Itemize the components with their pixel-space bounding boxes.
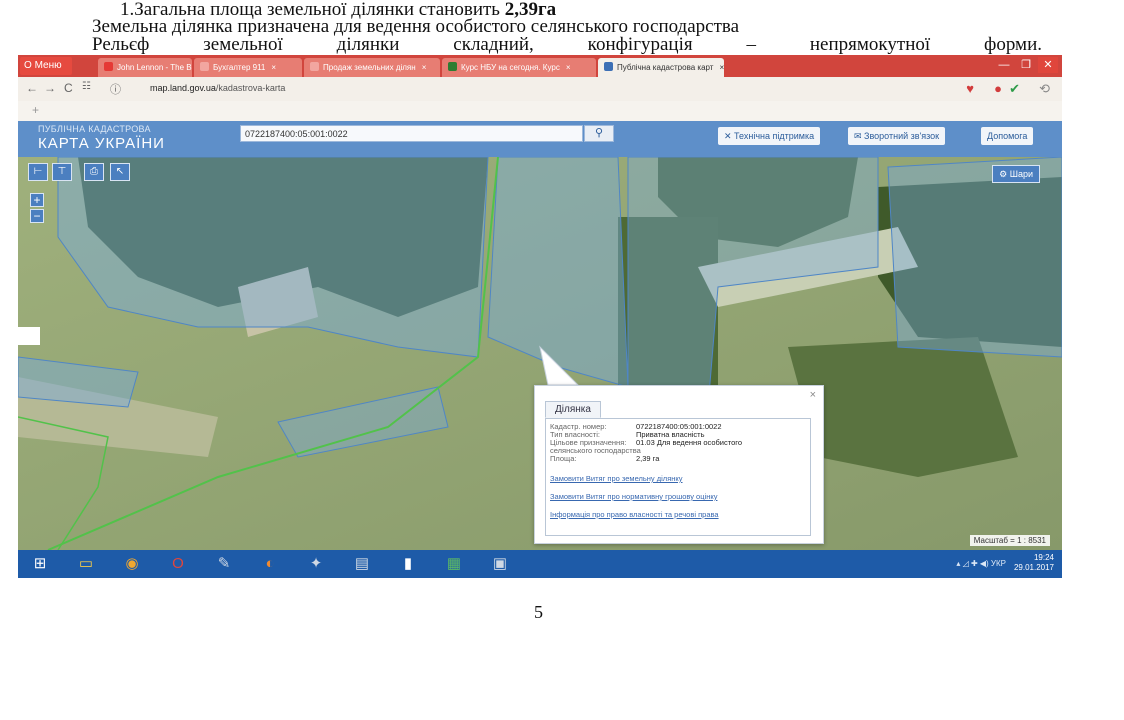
parcel-popup: × Ділянка Кадастр. номер: 0722187400:05:0… — [534, 385, 824, 544]
relief-word: форми. — [984, 34, 1042, 55]
search-icon: ⚲ — [594, 127, 604, 139]
close-icon[interactable]: × — [810, 389, 816, 401]
bookmarks-bar: + — [18, 101, 1062, 121]
minimize-icon[interactable]: — — [994, 57, 1014, 73]
opera-menu-button[interactable]: O Меню — [20, 57, 72, 75]
speed-dial-icon[interactable]: ☷ — [82, 81, 91, 92]
relief-word: складний, — [453, 34, 534, 55]
search-button[interactable]: ⚲ — [584, 125, 614, 142]
system-tray: ▴ ◿ ✚ ◀) УКР — [956, 559, 1006, 568]
back-icon[interactable]: ← — [26, 81, 38, 95]
windows-start-icon[interactable]: ⊞ — [30, 555, 50, 573]
browser-tab[interactable]: Продаж земельних ділян × — [304, 58, 440, 77]
clock[interactable]: 19:24 29.01.2017 — [1014, 553, 1054, 573]
gear-icon: ⚙ — [999, 169, 1010, 179]
map-scale: Масштаб = 1 : 8531 — [969, 535, 1050, 546]
tab-label: Продаж земельних ділян — [323, 63, 416, 72]
favicon-icon — [200, 62, 209, 71]
popup-link[interactable]: Замовити Витяг про нормативну грошову оц… — [550, 493, 717, 501]
site-header: ПУБЛІЧНА КАДАСТРОВА КАРТА УКРАЇНИ ⚲ ✕ Те… — [18, 121, 1062, 157]
browser-tab[interactable]: Бухгалтер 911 × — [194, 58, 302, 77]
ruler-icon[interactable]: ⊢ — [28, 163, 48, 181]
support-button[interactable]: ✕ Технічна підтримка — [718, 127, 821, 145]
print-icon[interactable]: ⎙ — [84, 163, 104, 181]
spreadsheet-icon[interactable]: ▦ — [444, 555, 464, 573]
zoom-out-button[interactable]: − — [30, 209, 44, 223]
close-icon[interactable]: ✕ — [1038, 57, 1058, 73]
opera-icon[interactable]: O — [168, 555, 188, 573]
parcel-details: Кадастр. номер: 0722187400:05:001:0022 Тип… — [545, 418, 811, 536]
tools-icon: ✕ — [724, 131, 735, 141]
field-label: Площа: — [550, 454, 577, 463]
tray-icons[interactable]: ▴ ◿ ✚ ◀) — [956, 559, 991, 568]
tab-label: John Lennon - The Best o — [117, 63, 192, 72]
relief-line: Рельєф земельної ділянки складний, конфігура… — [92, 35, 1042, 55]
favicon-icon — [604, 62, 613, 71]
favicon-icon — [310, 62, 319, 71]
tab-label: Публічна кадастрова карт — [617, 63, 714, 72]
field-value: 01.03 Для ведення особистого — [636, 438, 743, 447]
adblock-icon[interactable]: ● — [994, 81, 1002, 96]
close-tab-icon[interactable]: × — [566, 63, 571, 72]
chrome-icon[interactable]: ◉ — [122, 555, 142, 573]
close-tab-icon[interactable]: × — [422, 63, 427, 72]
side-panel-handle[interactable] — [18, 327, 40, 345]
app-icon[interactable]: ✦ — [306, 555, 326, 573]
cadastral-search-input[interactable] — [240, 125, 583, 142]
forward-icon[interactable]: → — [44, 81, 56, 95]
relief-word: непрямокутної — [809, 34, 931, 55]
save-icon[interactable]: ▮ — [398, 555, 418, 573]
info-cursor-icon[interactable]: ↖ — [110, 163, 130, 181]
address-bar: ← → C ☷ ⓘ map.land.gov.ua/kadastrova-kar… — [18, 77, 1062, 102]
taskbar: ⊞ ▭ ◉ O ✎ ◐ ✦ ▤ ▮ ▦ ▣ ▴ ◿ ✚ ◀) УКР 19:24… — [18, 550, 1062, 578]
relief-word: земельної — [203, 34, 283, 55]
browser-tab[interactable]: Публічна кадастрова карт × — [598, 58, 724, 77]
reload-icon[interactable]: C — [64, 81, 73, 95]
maximize-icon[interactable]: ❐ — [1016, 57, 1036, 73]
close-tab-icon[interactable]: × — [271, 63, 276, 72]
popup-link[interactable]: Інформація про право власності та речові… — [550, 511, 719, 519]
relief-word: – — [746, 34, 757, 55]
browser-tab[interactable]: John Lennon - The Best o× — [98, 58, 192, 77]
add-bookmark-icon[interactable]: + — [32, 103, 39, 117]
field-value: 2,39 га — [636, 454, 660, 463]
tab-bar: O Меню John Lennon - The Best o×Бухгалте… — [18, 55, 1062, 77]
browser-tab[interactable]: Курс НБУ на сегодня. Курс × — [442, 58, 596, 77]
extension-icon[interactable]: ⟲ — [1039, 81, 1050, 97]
popup-link[interactable]: Замовити Витяг про земельну ділянку — [550, 475, 683, 483]
logo-line1: ПУБЛІЧНА КАДАСТРОВА — [38, 124, 151, 134]
map-area[interactable]: ⊢ ⊤ ⎙ ↖ + − ⚙ Шари Масштаб = 1 : 8531 × … — [18, 157, 1062, 550]
firefox-icon[interactable]: ◐ — [260, 555, 280, 573]
document-icon[interactable]: ▣ — [490, 555, 510, 573]
check-icon[interactable]: ✔ — [1009, 81, 1020, 97]
area-measure-icon[interactable]: ⊤ — [52, 163, 72, 181]
relief-word: ділянки — [336, 34, 400, 55]
opera-icon: O — [24, 60, 35, 71]
mail-icon: ✉ — [854, 131, 865, 141]
logo-line2[interactable]: КАРТА УКРАЇНИ — [38, 135, 165, 152]
relief-word: Рельєф — [92, 34, 150, 55]
site-info-icon[interactable]: ⓘ — [110, 81, 121, 97]
zoom-in-button[interactable]: + — [30, 193, 44, 207]
url-field[interactable]: map.land.gov.ua/kadastrova-karta — [150, 83, 285, 93]
notepad-icon[interactable]: ▤ — [352, 555, 372, 573]
heart-icon[interactable]: ♥ — [966, 81, 974, 96]
tab-parcel[interactable]: Ділянка — [545, 401, 601, 418]
favicon-icon — [104, 62, 113, 71]
parcel-overlay[interactable] — [887, 157, 1062, 358]
page-number: 5 — [534, 602, 543, 622]
help-button[interactable]: Допомога — [981, 127, 1034, 145]
app-icon[interactable]: ✎ — [214, 555, 234, 573]
relief-word: конфігурація — [587, 34, 693, 55]
favicon-icon — [448, 62, 457, 71]
tab-label: Бухгалтер 911 — [213, 63, 266, 72]
close-tab-icon[interactable]: × — [719, 63, 724, 72]
feedback-button[interactable]: ✉ Зворотний зв'язок — [848, 127, 946, 145]
layers-button[interactable]: ⚙ Шари — [992, 165, 1040, 183]
language-indicator[interactable]: УКР — [991, 559, 1006, 568]
file-explorer-icon[interactable]: ▭ — [76, 555, 96, 573]
browser-screenshot: O Меню John Lennon - The Best o×Бухгалте… — [18, 55, 1062, 578]
tab-label: Курс НБУ на сегодня. Курс — [461, 63, 560, 72]
